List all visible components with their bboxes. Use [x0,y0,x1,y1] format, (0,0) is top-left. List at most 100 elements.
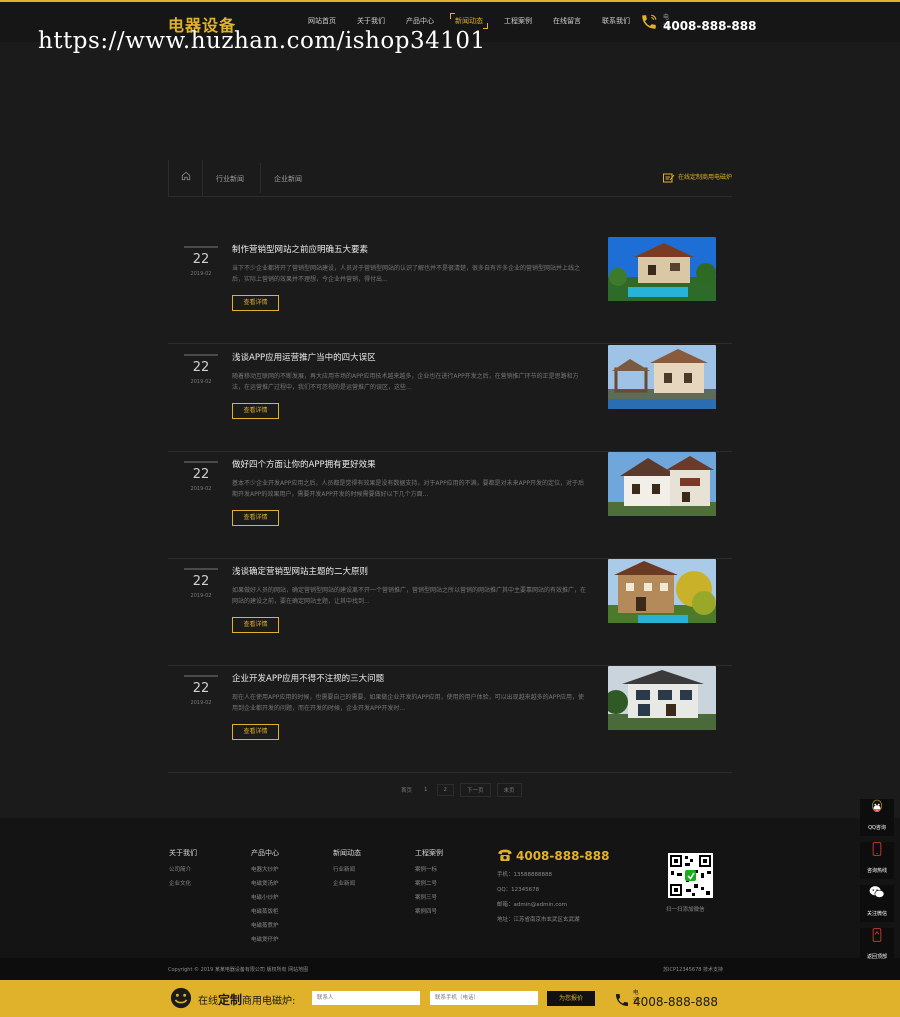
view-details-button[interactable]: 查看详情 [232,295,279,311]
footer-phone-number: 4008-888-888 [516,849,610,863]
footer-col-title[interactable]: 关于我们 [169,848,197,858]
footer-link[interactable]: 案例四号 [415,907,443,915]
hotline-button[interactable]: 咨询热线 [860,842,894,879]
nav-contact[interactable]: 联系我们 [602,16,630,26]
floating-sidebar: QQ咨询 咨询热线 关注微信 返回顶部 [860,793,894,966]
quote-bar-title: 在线定制商用电磁炉: [198,991,295,1008]
news-thumbnail[interactable] [608,452,716,516]
news-day: 22 [192,574,210,589]
news-title[interactable]: 制作营销型网站之前应明确五大要素 [232,243,368,255]
nav-products[interactable]: 产品中心 [406,16,434,26]
news-item: 22 2019-02 浅谈确定营销型网站主题的二大原则 如果做好人员的网站，确定… [168,559,732,666]
phone-icon [498,849,512,861]
qq-consult-button[interactable]: QQ咨询 [860,799,894,836]
news-year-month: 2019-02 [190,593,212,599]
footer-link[interactable]: 公司简介 [169,865,197,873]
quote-title-bold: 定制 [218,993,243,1007]
news-year-month: 2019-02 [190,379,212,385]
news-day: 22 [192,360,210,375]
news-summary: 如果做好人员的网站，确定营销型网站的建设离不开一个营销推广，营销型网站之所以营销… [232,587,587,605]
footer-link[interactable]: 电磁煲仔炉 [251,935,279,943]
page-current[interactable]: 1 [421,785,431,795]
page-next[interactable]: 下一页 [460,783,491,797]
news-title[interactable]: 企业开发APP应用不得不注视的三大问题 [232,672,384,684]
nav-about[interactable]: 关于我们 [357,16,385,26]
footer-col-cases: 工程案例 案例一标 案例二号 案例三号 案例四号 [415,848,443,921]
qr-caption: 扫一扫添加微信 [666,907,705,913]
footer-link[interactable]: 电磁煲汤炉 [251,879,279,887]
main-nav: 网站首页 关于我们 产品中心 新闻动态 工程案例 在线留言 联系我们 [308,13,651,29]
footer-link[interactable]: 行业新闻 [333,865,361,873]
news-date: 22 2019-02 [184,568,218,599]
news-year-month: 2019-02 [190,700,212,706]
footer-link[interactable]: 电磁蒸煮炉 [251,921,279,929]
nav-home[interactable]: 网站首页 [308,16,336,26]
view-details-button[interactable]: 查看详情 [232,510,279,526]
contact-name-input[interactable] [312,991,420,1005]
footer-link[interactable]: 电磁小炒炉 [251,893,279,901]
news-item: 22 2019-02 浅谈APP应用运营推广当中的四大误区 随着移动互联网的不断… [168,345,732,452]
news-thumbnail[interactable] [608,237,716,301]
view-details-button[interactable]: 查看详情 [232,724,279,740]
footer-contact: 4008-888-888 手机：13588888888 QQ：12345678 … [497,848,609,923]
back-to-top-label: 返回顶部 [866,954,887,960]
page-first[interactable]: 首页 [398,784,415,796]
footer-link[interactable]: 案例三号 [415,893,443,901]
smile-icon [170,987,192,1009]
watermark-url: https://www.huzhan.com/ishop34101 [38,28,486,54]
news-thumbnail[interactable] [608,666,716,730]
news-item: 22 2019-02 制作营销型网站之前应明确五大要素 当下不少企业都将开了营销… [168,237,732,344]
view-details-button[interactable]: 查看详情 [232,617,279,633]
view-details-button[interactable]: 查看详情 [232,403,279,419]
pagination: 首页 1 2 下一页 末页 [398,783,528,797]
news-day: 22 [192,681,210,696]
footer-email: 邮箱：admin@admin.com [497,902,567,908]
nav-news[interactable]: 新闻动态 [450,13,488,29]
footer-col-title[interactable]: 产品中心 [251,848,279,858]
tab-industry-news[interactable]: 行业新闻 [216,174,244,184]
wechat-follow-label: 关注微信 [866,911,887,917]
news-day: 22 [192,252,210,267]
custom-order-label: 在线定制商用电磁炉 [677,174,732,181]
footer-qq: QQ：12345678 [497,887,540,893]
footer-col-news: 新闻动态 行业新闻 企业新闻 [333,848,361,893]
quote-title-pre: 在线 [198,996,218,1007]
hotline-label: 咨询热线 [866,868,887,874]
news-thumbnail[interactable] [608,559,716,623]
get-quote-button[interactable]: 为您报价 [547,991,595,1006]
footer-col-products: 产品中心 电器大炒炉 电磁煲汤炉 电磁小炒炉 电磁蒸饭柜 电磁蒸煮炉 电磁煲仔炉 [251,848,279,949]
news-thumbnail[interactable] [608,345,716,409]
footer-link[interactable]: 企业新闻 [333,879,361,887]
footer-link[interactable]: 电磁蒸饭柜 [251,907,279,915]
news-summary: 当下不少企业都将开了营销型网站建设，人员对于营销型网站的认识了解也并不是很清楚，… [232,265,581,283]
footer-link[interactable]: 企业文化 [169,879,197,887]
footer-col-title[interactable]: 新闻动态 [333,848,361,858]
nav-cases[interactable]: 工程案例 [504,16,532,26]
footer-link[interactable]: 案例一标 [415,865,443,873]
custom-order-link[interactable]: 在线定制商用电磁炉 [662,172,732,183]
back-to-top-button[interactable]: 返回顶部 [860,928,894,965]
quote-bar: 在线定制商用电磁炉: 为您报价 电话： 4008-888-888 [0,980,900,1017]
wechat-follow-button[interactable]: 关注微信 [860,885,894,922]
news-year-month: 2019-02 [190,486,212,492]
news-item: 22 2019-02 做好四个方面让你的APP拥有更好效果 基本不少企业开发AP… [168,452,732,559]
quote-title-post: 商用电磁炉: [242,996,296,1007]
home-crumb[interactable] [168,160,203,196]
footer-link[interactable]: 电器大炒炉 [251,865,279,873]
page-last[interactable]: 末页 [496,783,522,797]
footer-col-title[interactable]: 工程案例 [415,848,443,858]
page-number[interactable]: 2 [436,784,455,796]
footer-link[interactable]: 案例二号 [415,879,443,887]
contact-phone-input[interactable] [430,991,538,1005]
breadcrumb-bar: 行业新闻 企业新闻 在线定制商用电磁炉 [168,160,732,197]
phone-icon [616,994,628,1006]
footer-col-about: 关于我们 公司简介 企业文化 [169,848,197,893]
news-summary: 基本不少企业开发APP应用之后，人员都是觉得有效果是没有数据支持，对于APP应用… [232,480,585,498]
nav-message[interactable]: 在线留言 [553,16,581,26]
news-title[interactable]: 浅谈APP应用运营推广当中的四大误区 [232,351,376,363]
tab-company-news[interactable]: 企业新闻 [274,174,302,184]
quote-bar-phone-number: 4008-888-888 [633,995,719,1009]
news-title[interactable]: 浅谈确定营销型网站主题的二大原则 [232,565,368,577]
news-title[interactable]: 做好四个方面让你的APP拥有更好效果 [232,458,376,470]
home-icon [181,171,191,181]
